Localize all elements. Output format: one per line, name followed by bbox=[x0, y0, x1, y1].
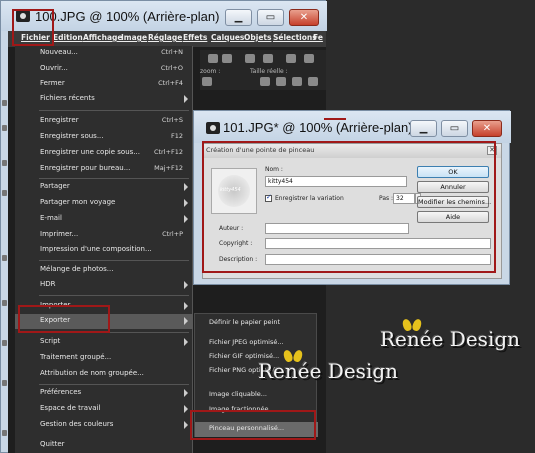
submenu-item-image-cliquable[interactable]: Image cliquable... bbox=[195, 388, 318, 403]
menu-edition[interactable]: Edition bbox=[53, 33, 83, 42]
maximize-icon: ▭ bbox=[265, 11, 276, 23]
menu-item-attribution-nom[interactable]: Attribution de nom groupée... bbox=[15, 367, 193, 382]
minimize-button[interactable]: ▁ bbox=[225, 9, 252, 26]
menu-item-enregistrer-sous[interactable]: Enregistrer sous... F12 bbox=[15, 130, 193, 145]
tool-options-bar: zoom : Taille réelle : bbox=[200, 50, 326, 90]
menu-item-email[interactable]: E-mail bbox=[15, 212, 193, 227]
submenu-item-papier-peint[interactable]: Définir le papier peint bbox=[195, 316, 318, 331]
tool-icon[interactable] bbox=[2, 380, 7, 386]
menu-fenetre[interactable]: Fe bbox=[313, 33, 323, 42]
menu-reglage[interactable]: Réglage bbox=[148, 33, 182, 42]
menu-item-hdr[interactable]: HDR bbox=[15, 278, 193, 293]
brush-window: 101.JPG* @ 100% (Arrière-plan) ▁ ▭ ✕ Cré… bbox=[193, 110, 511, 285]
tool-icon[interactable] bbox=[2, 300, 7, 306]
menu-separator bbox=[39, 260, 189, 261]
maximize-button[interactable]: ▭ bbox=[441, 120, 468, 137]
menu-item-traitement-groupe[interactable]: Traitement groupé... bbox=[15, 351, 193, 366]
menu-objets[interactable]: Objets bbox=[244, 33, 271, 42]
tool-icon[interactable] bbox=[263, 54, 273, 63]
maximize-icon: ▭ bbox=[449, 122, 460, 134]
menu-item-fermer[interactable]: Fermer Ctrl+F4 bbox=[15, 77, 193, 92]
menu-separator bbox=[39, 295, 189, 296]
tool-icon[interactable] bbox=[276, 77, 286, 86]
highlight-exporter bbox=[18, 305, 110, 333]
tool-icon[interactable] bbox=[2, 340, 7, 346]
tool-icon[interactable] bbox=[2, 255, 7, 261]
camera-icon bbox=[206, 122, 220, 134]
highlight-pinceau bbox=[190, 410, 316, 440]
chevron-right-icon bbox=[184, 281, 188, 289]
chevron-right-icon bbox=[184, 199, 188, 207]
tool-icon[interactable] bbox=[304, 54, 314, 63]
menu-separator bbox=[39, 178, 189, 179]
watermark-text: Renée Design bbox=[258, 359, 399, 383]
menu-item-partager[interactable]: Partager bbox=[15, 180, 193, 195]
menu-item-fichiers-recents[interactable]: Fichiers récents bbox=[15, 92, 193, 107]
tool-icon[interactable] bbox=[292, 77, 302, 86]
menu-separator bbox=[39, 384, 189, 385]
tool-icon[interactable] bbox=[2, 100, 7, 106]
highlight-dialog bbox=[202, 141, 496, 273]
chevron-right-icon bbox=[184, 302, 188, 310]
menu-item-enregistrer-bureau[interactable]: Enregistrer pour bureau... Maj+F12 bbox=[15, 162, 193, 177]
menu-item-espace-travail[interactable]: Espace de travail bbox=[15, 402, 193, 417]
close-button[interactable]: ✕ bbox=[289, 9, 319, 26]
menu-image[interactable]: Image bbox=[121, 33, 147, 42]
tool-icon[interactable] bbox=[2, 125, 7, 131]
chevron-right-icon bbox=[184, 183, 188, 191]
submenu-item-jpeg[interactable]: Fichier JPEG optimisé... bbox=[195, 336, 318, 351]
tool-icon[interactable] bbox=[260, 77, 270, 86]
highlight-fichier bbox=[12, 9, 54, 46]
menu-item-impression-composition[interactable]: Impression d'une composition... bbox=[15, 243, 193, 258]
undo-icon[interactable] bbox=[208, 54, 218, 63]
zoom-in-icon[interactable] bbox=[202, 77, 212, 86]
redo-icon[interactable] bbox=[222, 54, 232, 63]
actual-size-label: Taille réelle : bbox=[250, 68, 288, 75]
menu-effets[interactable]: Effets bbox=[183, 33, 207, 42]
menu-item-gestion-couleurs[interactable]: Gestion des couleurs bbox=[15, 418, 193, 433]
menu-item-enregistrer[interactable]: Enregistrer Ctrl+S bbox=[15, 114, 193, 129]
chevron-right-icon bbox=[184, 95, 188, 103]
menu-item-partager-voyage[interactable]: Partager mon voyage bbox=[15, 196, 193, 211]
menu-item-imprimer[interactable]: Imprimer... Ctrl+P bbox=[15, 228, 193, 243]
tool-icon[interactable] bbox=[2, 160, 7, 166]
tool-icon[interactable] bbox=[308, 77, 318, 86]
chevron-right-icon bbox=[184, 421, 188, 429]
chevron-right-icon bbox=[184, 405, 188, 413]
chevron-right-icon bbox=[184, 215, 188, 223]
menu-item-quitter[interactable]: Quitter bbox=[15, 438, 193, 453]
menu-separator bbox=[39, 110, 189, 111]
zoom-label: zoom : bbox=[200, 68, 221, 75]
minimize-icon: ▁ bbox=[419, 122, 428, 134]
chevron-right-icon bbox=[184, 338, 188, 346]
menu-selections[interactable]: Sélections bbox=[273, 33, 317, 42]
tool-icon[interactable] bbox=[2, 430, 7, 436]
chevron-right-icon bbox=[184, 389, 188, 397]
maximize-button[interactable]: ▭ bbox=[257, 9, 284, 26]
tool-icon[interactable] bbox=[286, 54, 296, 63]
arrange-icon[interactable] bbox=[245, 54, 255, 63]
menu-item-enregistrer-copie[interactable]: Enregistrer une copie sous... Ctrl+F12 bbox=[15, 146, 193, 161]
minimize-icon: ▁ bbox=[234, 11, 243, 23]
brush-window-titlebar[interactable]: 101.JPG* @ 100% (Arrière-plan) ▁ ▭ ✕ bbox=[194, 111, 511, 143]
menu-bar: Fichier Edition Affichage Image Réglage … bbox=[8, 31, 326, 47]
menu-item-nouveau[interactable]: Nouveau... Ctrl+N bbox=[15, 46, 193, 61]
close-button[interactable]: ✕ bbox=[472, 120, 502, 137]
minimize-button[interactable]: ▁ bbox=[410, 120, 437, 137]
tool-icon[interactable] bbox=[2, 190, 7, 196]
main-window-title: 100.JPG @ 100% (Arrière-plan) bbox=[35, 9, 220, 24]
menu-item-ouvrir[interactable]: Ouvrir... Ctrl+O bbox=[15, 62, 193, 77]
menu-item-melange-photos[interactable]: Mélange de photos... bbox=[15, 263, 193, 278]
close-icon: ✕ bbox=[299, 11, 309, 23]
menu-affichage[interactable]: Affichage bbox=[83, 33, 122, 42]
file-menu: Nouveau... Ctrl+N Ouvrir... Ctrl+O Fermer C… bbox=[15, 46, 193, 453]
brush-window-title: 101.JPG* @ 100% (Arrière-plan) bbox=[223, 120, 413, 135]
watermark-text: Renée Design bbox=[380, 327, 521, 351]
chevron-right-icon bbox=[184, 317, 188, 325]
highlight-title-mark bbox=[324, 118, 346, 120]
menu-calques[interactable]: Calques bbox=[211, 33, 244, 42]
menu-item-preferences[interactable]: Préférences bbox=[15, 386, 193, 401]
close-icon: ✕ bbox=[482, 122, 492, 134]
menu-item-script[interactable]: Script bbox=[15, 335, 193, 350]
